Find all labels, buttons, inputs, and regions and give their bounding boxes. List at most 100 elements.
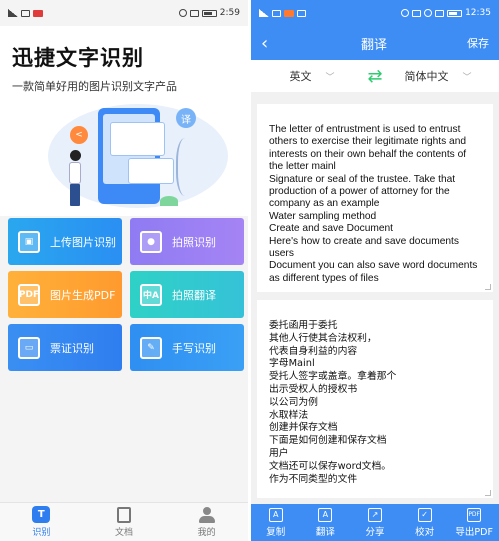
nfc-icon: [412, 9, 422, 17]
chevron-down-icon: ﹀: [462, 72, 472, 83]
hero-illustration: 译 <: [0, 98, 248, 216]
header: 迅捷文字识别 一款简单好用的图片识别文字产品: [0, 26, 248, 98]
action-label: 翻译: [315, 526, 335, 538]
share-icon: ↗: [367, 507, 382, 522]
source-text-area[interactable]: The letter of entrustment is used to ent…: [257, 104, 493, 292]
tile-label: 拍照翻译: [172, 288, 216, 302]
action-label: 校对: [415, 526, 435, 538]
tile-label: 拍照识别: [172, 235, 216, 249]
camera-icon: ●: [140, 230, 162, 253]
resize-handle[interactable]: [485, 490, 491, 496]
home-screen: 2:59 迅捷文字识别 一款简单好用的图片识别文字产品 译 < ▣ 上传图片识别…: [0, 0, 248, 541]
image-to-pdf-button[interactable]: PDF 图片生成PDF: [8, 271, 122, 318]
feature-grid: ▣ 上传图片识别 ● 拍照识别 PDF 图片生成PDF 中A 拍照翻译 ▭ 票证…: [8, 218, 244, 371]
pen-icon: ✎: [140, 336, 162, 359]
action-label: 导出PDF: [455, 526, 493, 538]
share-button[interactable]: ↗ 分享: [350, 504, 400, 541]
status-time: 2:59: [219, 8, 240, 18]
translate-bubble-icon: 译: [176, 108, 196, 128]
notification-icon: [33, 9, 43, 17]
eye-icon: [401, 9, 410, 17]
plant-illustration: [176, 138, 198, 196]
translated-line: 水取样法: [269, 409, 309, 421]
swap-languages-icon[interactable]: ⇄: [357, 66, 393, 87]
translated-line: 用户: [269, 447, 289, 459]
tile-label: 手写识别: [172, 341, 216, 355]
status-bar: 2:59: [0, 0, 248, 26]
translated-line: 代表自身利益的内容: [269, 345, 358, 357]
translated-line: 下面是如何创建和保存文档: [269, 435, 387, 447]
alarm-icon: [424, 9, 433, 17]
language-bar: 英文 ﹀ ⇄ 简体中文 ﹀: [251, 60, 499, 92]
tile-label: 图片生成PDF: [50, 288, 116, 302]
upload-image-recognize-button[interactable]: ▣ 上传图片识别: [8, 218, 122, 265]
page-title: 翻译: [360, 37, 387, 53]
notification-icon: [297, 9, 306, 17]
tile-label: 上传图片识别: [50, 235, 116, 249]
translated-line: 以公司为例: [269, 396, 318, 408]
translate-button[interactable]: A 翻译: [301, 504, 351, 541]
proofread-button[interactable]: ✓ 校对: [400, 504, 450, 541]
target-language: 简体中文: [404, 70, 449, 83]
translated-text-area[interactable]: 委托函用于委托 其他人行使其合法权利， 代表自身利益的内容 字母Mainl 受托…: [257, 300, 493, 498]
source-line: Here's how to create and save documents …: [269, 235, 459, 260]
app-title: 迅捷文字识别: [12, 46, 144, 70]
signal-icon: [259, 9, 269, 17]
translated-line: 文档还可以保存word文档。: [269, 460, 392, 472]
copy-icon: A: [268, 507, 283, 522]
translated-line: 其他人行使其合法权利，: [269, 332, 377, 344]
resize-handle[interactable]: [485, 284, 491, 290]
bottom-tab-bar: T 识别 文档 我的: [0, 502, 248, 541]
translated-line: 出示受权人的授权书: [269, 383, 358, 395]
translated-line: 作为不同类型的文件: [269, 473, 358, 485]
person-illustration: [68, 150, 82, 210]
share-bubble-icon: <: [70, 126, 88, 144]
save-button[interactable]: 保存: [467, 35, 489, 51]
export-pdf-icon: PDF: [467, 507, 482, 522]
tab-recognize[interactable]: T 识别: [0, 503, 83, 541]
tab-mine[interactable]: 我的: [165, 503, 248, 541]
photo-translate-button[interactable]: 中A 拍照翻译: [130, 271, 244, 318]
source-line: Create and save Document: [269, 223, 394, 235]
status-bar: 12:35: [251, 0, 499, 26]
tile-label: 票证识别: [50, 341, 94, 355]
action-bar: A 复制 A 翻译 ↗ 分享 ✓ 校对 PDF 导出PDF: [251, 504, 499, 541]
vibrate-icon: [189, 9, 199, 17]
handwriting-recognize-button[interactable]: ✎ 手写识别: [130, 324, 244, 371]
target-language-select[interactable]: 简体中文 ﹀: [393, 68, 483, 84]
source-line: Signature or seal of the trustee. Take t…: [269, 173, 456, 210]
source-line: Document you can also save word document…: [269, 260, 478, 284]
image-card-illustration: [110, 122, 165, 156]
status-time: 12:35: [465, 8, 491, 18]
chevron-down-icon: ﹀: [325, 72, 335, 83]
vibrate-icon: [435, 9, 445, 17]
image-upload-icon: ▣: [18, 230, 40, 253]
copy-button[interactable]: A 复制: [251, 504, 301, 541]
export-pdf-button[interactable]: PDF 导出PDF: [449, 504, 499, 541]
app-subtitle: 一款简单好用的图片识别文字产品: [12, 80, 177, 93]
tab-documents[interactable]: 文档: [83, 503, 166, 541]
translated-line: 委托函用于委托: [269, 320, 338, 331]
battery-icon: [447, 9, 463, 17]
signal-icon: [8, 9, 18, 17]
translate-icon: A: [318, 507, 333, 522]
source-line: Water sampling method: [269, 210, 377, 222]
recognize-icon: T: [32, 506, 51, 523]
ticket-recognize-button[interactable]: ▭ 票证识别: [8, 324, 122, 371]
translate-screen: 12:35 ‹ 翻译 保存 英文 ﹀ ⇄ 简体中文 ﹀ The letter o…: [251, 0, 499, 541]
action-label: 复制: [266, 526, 286, 538]
action-label: 分享: [365, 526, 385, 538]
back-button[interactable]: ‹: [261, 33, 281, 54]
proofread-icon: ✓: [417, 507, 432, 522]
document-icon: [117, 506, 131, 523]
translated-line: 创建并保存文档: [269, 422, 338, 434]
source-language-select[interactable]: 英文 ﹀: [267, 68, 357, 84]
photo-recognize-button[interactable]: ● 拍照识别: [130, 218, 244, 265]
tab-label: 识别: [32, 528, 51, 538]
alarm-icon: [178, 9, 187, 17]
grass-illustration: [160, 196, 178, 206]
wifi-icon: [272, 9, 281, 17]
translated-line: 受托人签字或盖章。拿着那个: [269, 371, 397, 383]
tab-label: 文档: [115, 527, 134, 538]
ticket-icon: ▭: [18, 336, 40, 359]
